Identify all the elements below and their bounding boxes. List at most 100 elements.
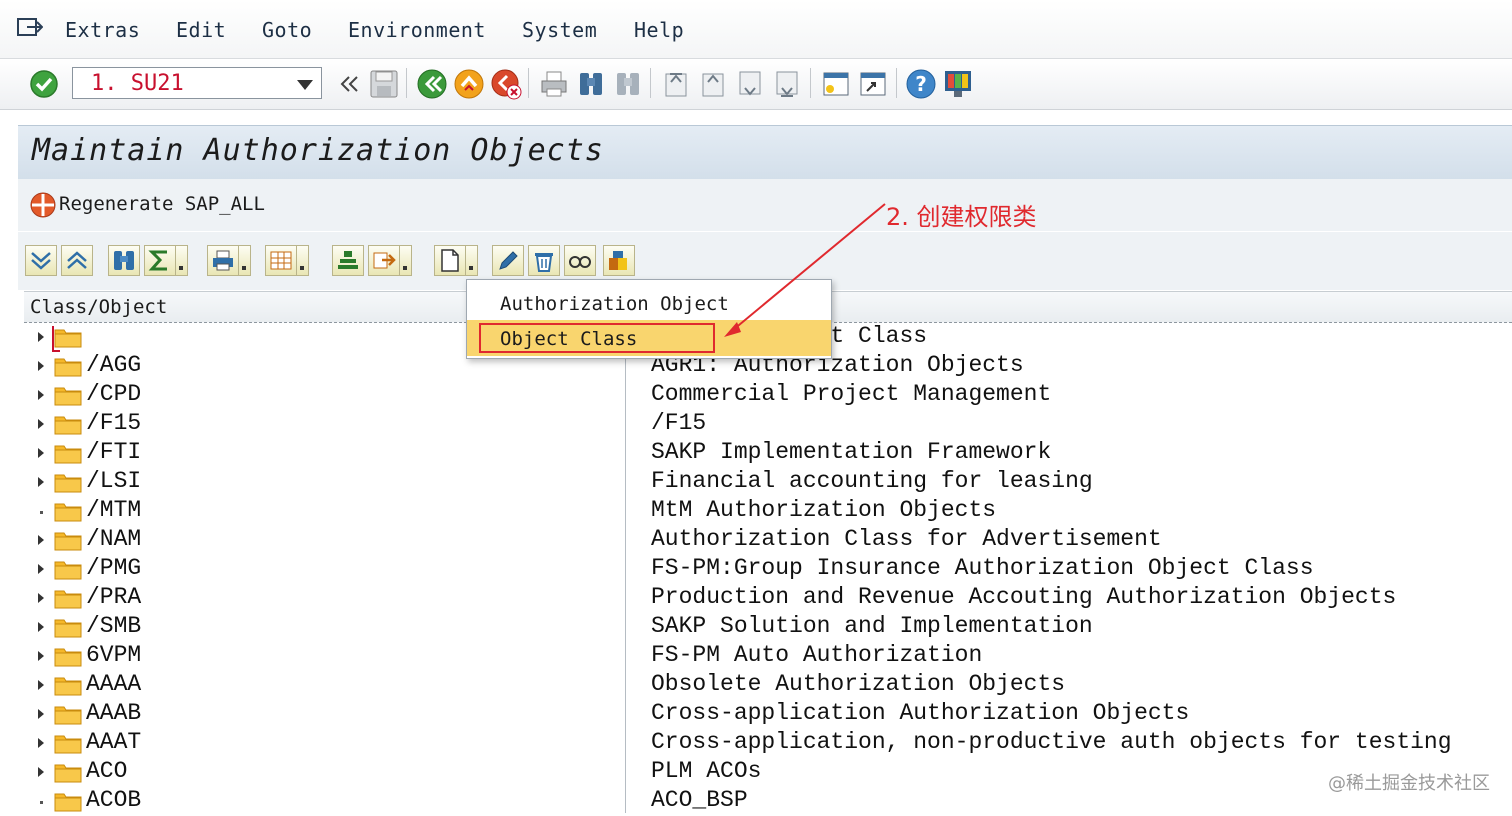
object-class-name[interactable]: AAAB bbox=[86, 700, 141, 726]
tree-row[interactable]: /SMBSAKP Solution and Implementation bbox=[24, 613, 1512, 642]
create-button[interactable] bbox=[434, 245, 466, 276]
expand-triangle-icon[interactable] bbox=[38, 651, 44, 661]
regenerate-sap-all-button[interactable]: Regenerate SAP_ALL bbox=[59, 193, 265, 215]
exit-icon[interactable] bbox=[453, 68, 485, 100]
leaf-dot-icon[interactable] bbox=[40, 801, 43, 804]
menu-item-object-class-label: Object Class bbox=[500, 328, 637, 350]
sum-button[interactable] bbox=[144, 245, 176, 276]
layout-button[interactable] bbox=[265, 245, 297, 276]
enter-check-icon[interactable] bbox=[28, 68, 60, 100]
menu-system[interactable]: System bbox=[522, 18, 597, 42]
command-field[interactable]: 1. SU21 bbox=[72, 67, 322, 99]
generate-shortcut-icon[interactable] bbox=[857, 68, 889, 100]
menu-item-object-class[interactable]: Object Class bbox=[467, 320, 831, 356]
menu-edit[interactable]: Edit bbox=[176, 18, 226, 42]
menu-extras[interactable]: Extras bbox=[65, 18, 140, 42]
expand-triangle-icon[interactable] bbox=[38, 448, 44, 458]
tree-row[interactable]: /PRAProduction and Revenue Accouting Aut… bbox=[24, 584, 1512, 613]
object-class-name[interactable]: /SMB bbox=[86, 613, 141, 639]
tree-row[interactable]: ACOBACO_BSP bbox=[24, 787, 1512, 816]
first-page-icon[interactable] bbox=[660, 68, 692, 100]
leaf-dot-icon[interactable] bbox=[40, 511, 43, 514]
expand-triangle-icon[interactable] bbox=[38, 419, 44, 429]
find-next-icon[interactable] bbox=[612, 68, 644, 100]
tree-row[interactable]: /CPDCommercial Project Management bbox=[24, 381, 1512, 410]
cancel-icon[interactable] bbox=[490, 68, 522, 100]
expand-triangle-icon[interactable] bbox=[38, 593, 44, 603]
regenerate-icon[interactable] bbox=[30, 192, 56, 218]
back-icon[interactable] bbox=[416, 68, 448, 100]
create-session-icon[interactable] bbox=[820, 68, 852, 100]
object-class-name[interactable]: AAAA bbox=[86, 671, 141, 697]
find-button[interactable] bbox=[108, 245, 140, 276]
object-class-name[interactable]: /CPD bbox=[86, 381, 141, 407]
object-class-name[interactable]: /FTI bbox=[86, 439, 141, 465]
tree-row[interactable]: AAAAObsolete Authorization Objects bbox=[24, 671, 1512, 700]
object-class-name[interactable]: /F15 bbox=[86, 410, 141, 436]
expand-triangle-icon[interactable] bbox=[38, 535, 44, 545]
last-page-icon[interactable] bbox=[771, 68, 803, 100]
tree-row[interactable]: /NAMAuthorization Class for Advertisemen… bbox=[24, 526, 1512, 555]
tree-row[interactable]: /F15/F15 bbox=[24, 410, 1512, 439]
object-class-name[interactable]: /AGG bbox=[86, 352, 141, 378]
expand-triangle-icon[interactable] bbox=[38, 564, 44, 574]
object-class-name[interactable]: ACOB bbox=[86, 787, 141, 813]
menu-goto[interactable]: Goto bbox=[262, 18, 312, 42]
save-icon[interactable] bbox=[368, 68, 400, 100]
menu-item-authorization-object[interactable]: Authorization Object bbox=[467, 285, 831, 321]
expand-triangle-icon[interactable] bbox=[38, 738, 44, 748]
expand-triangle-icon[interactable] bbox=[38, 767, 44, 777]
tree-row[interactable]: /FTISAKP Implementation Framework bbox=[24, 439, 1512, 468]
customize-layout-icon[interactable] bbox=[942, 68, 974, 100]
find-icon[interactable] bbox=[575, 68, 607, 100]
expand-triangle-icon[interactable] bbox=[38, 332, 44, 342]
next-page-icon[interactable] bbox=[734, 68, 766, 100]
object-class-name[interactable]: /LSI bbox=[86, 468, 141, 494]
print-dropdown[interactable] bbox=[239, 245, 251, 276]
export-dropdown[interactable] bbox=[400, 245, 412, 276]
column-header-class-object[interactable]: Class/Object bbox=[30, 296, 167, 318]
expand-all-button[interactable] bbox=[25, 245, 57, 276]
align-button[interactable] bbox=[332, 245, 364, 276]
expand-triangle-icon[interactable] bbox=[38, 622, 44, 632]
chevron-down-icon[interactable] bbox=[297, 80, 313, 90]
previous-page-icon[interactable] bbox=[697, 68, 729, 100]
display-button[interactable] bbox=[564, 245, 596, 276]
menu-help[interactable]: Help bbox=[634, 18, 684, 42]
object-class-name[interactable]: 6VPM bbox=[86, 642, 141, 668]
object-class-name[interactable]: ACO bbox=[86, 758, 127, 784]
menu-exit-icon[interactable] bbox=[17, 17, 43, 37]
folder-icon bbox=[54, 790, 82, 812]
object-class-name[interactable]: /PRA bbox=[86, 584, 141, 610]
object-class-name[interactable]: /MTM bbox=[86, 497, 141, 523]
object-class-name[interactable]: /PMG bbox=[86, 555, 141, 581]
help-icon[interactable]: ? bbox=[905, 68, 937, 100]
tree-row[interactable]: 6VPMFS-PM Auto Authorization bbox=[24, 642, 1512, 671]
print-icon[interactable] bbox=[538, 68, 570, 100]
expand-triangle-icon[interactable] bbox=[38, 477, 44, 487]
collapse-chevrons-icon[interactable] bbox=[333, 68, 365, 100]
sum-dropdown[interactable] bbox=[176, 245, 188, 276]
expand-triangle-icon[interactable] bbox=[38, 390, 44, 400]
object-class-name[interactable]: AAAT bbox=[86, 729, 141, 755]
expand-triangle-icon[interactable] bbox=[38, 361, 44, 371]
delete-button[interactable] bbox=[528, 245, 560, 276]
folder-icon bbox=[54, 732, 82, 754]
tree-row[interactable]: AAATCross-application, non-productive au… bbox=[24, 729, 1512, 758]
where-used-button[interactable] bbox=[603, 245, 635, 276]
tree-row[interactable]: /LSIFinancial accounting for leasing bbox=[24, 468, 1512, 497]
tree-row[interactable]: AAABCross-application Authorization Obje… bbox=[24, 700, 1512, 729]
create-dropdown[interactable] bbox=[466, 245, 478, 276]
export-button[interactable] bbox=[368, 245, 400, 276]
object-class-name[interactable]: /NAM bbox=[86, 526, 141, 552]
menu-environment[interactable]: Environment bbox=[348, 18, 486, 42]
expand-triangle-icon[interactable] bbox=[38, 709, 44, 719]
edit-button[interactable] bbox=[492, 245, 524, 276]
tree-row[interactable]: /PMGFS-PM:Group Insurance Authorization … bbox=[24, 555, 1512, 584]
layout-dropdown[interactable] bbox=[297, 245, 309, 276]
tree-row[interactable]: /MTMMtM Authorization Objects bbox=[24, 497, 1512, 526]
expand-triangle-icon[interactable] bbox=[38, 680, 44, 690]
print-button[interactable] bbox=[207, 245, 239, 276]
tree-row[interactable]: ACOPLM ACOs bbox=[24, 758, 1512, 787]
collapse-all-button[interactable] bbox=[61, 245, 93, 276]
